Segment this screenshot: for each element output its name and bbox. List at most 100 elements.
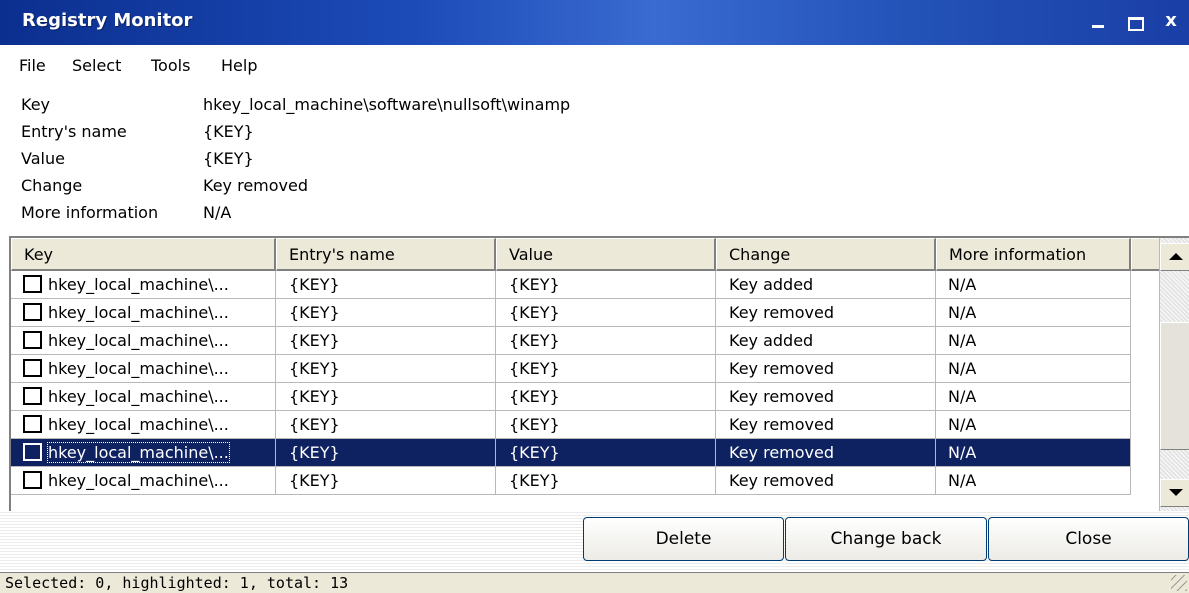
- cell-entry-name: {KEY}: [276, 327, 496, 355]
- scroll-up-icon[interactable]: [1160, 243, 1189, 271]
- cell-key: hkey_local_machine\...: [11, 439, 276, 467]
- table-row[interactable]: hkey_local_machine\... {KEY} {KEY} Key remo…: [11, 383, 1131, 411]
- menu-tools[interactable]: Tools: [151, 56, 190, 75]
- detail-entry-name: Entry's name {KEY}: [0, 122, 1000, 146]
- row-checkbox[interactable]: [23, 359, 42, 377]
- cell-entry-name: {KEY}: [276, 355, 496, 383]
- maximize-icon[interactable]: [1122, 8, 1148, 34]
- table-row[interactable]: hkey_local_machine\... {KEY} {KEY} Key adde…: [11, 327, 1131, 355]
- table-row[interactable]: hkey_local_machine\... {KEY} {KEY} Key adde…: [11, 271, 1131, 299]
- window-title: Registry Monitor: [22, 10, 193, 31]
- column-header-more-info[interactable]: More information: [936, 238, 1131, 271]
- detail-value: Key removed: [203, 176, 309, 195]
- row-checkbox[interactable]: [23, 387, 42, 405]
- menu-bar: File Select Tools Help: [0, 56, 1189, 82]
- cell-value: {KEY}: [496, 299, 716, 327]
- table-row[interactable]: hkey_local_machine\... {KEY} {KEY} Key remo…: [11, 467, 1131, 495]
- detail-value: {KEY}: [203, 149, 254, 168]
- column-header-entry-name[interactable]: Entry's name: [276, 238, 496, 271]
- close-button[interactable]: Close: [988, 517, 1189, 561]
- cell-change: Key removed: [716, 355, 936, 383]
- registry-list[interactable]: Key Entry's name Value Change More infor…: [9, 236, 1189, 511]
- detail-value: N/A: [203, 203, 232, 222]
- cell-more-info: N/A: [936, 439, 1131, 467]
- cell-entry-name: {KEY}: [276, 411, 496, 439]
- detail-more-info: More information N/A: [0, 203, 1000, 227]
- detail-label: More information: [21, 203, 159, 222]
- detail-label: Entry's name: [21, 122, 127, 141]
- detail-value: hkey_local_machine\software\nullsoft\win…: [203, 95, 571, 114]
- cell-entry-name: {KEY}: [276, 271, 496, 299]
- cell-more-info: N/A: [936, 355, 1131, 383]
- vertical-scrollbar[interactable]: [1159, 238, 1189, 511]
- scroll-down-icon[interactable]: [1160, 479, 1189, 507]
- row-checkbox[interactable]: [23, 275, 42, 293]
- column-header-filler: [1131, 238, 1161, 271]
- cell-value: {KEY}: [496, 355, 716, 383]
- status-text: Selected: 0, highlighted: 1, total: 13: [5, 574, 349, 592]
- cell-more-info: N/A: [936, 299, 1131, 327]
- cell-change: Key removed: [716, 383, 936, 411]
- row-checkbox[interactable]: [23, 303, 42, 321]
- cell-entry-name: {KEY}: [276, 439, 496, 467]
- cell-more-info: N/A: [936, 411, 1131, 439]
- column-header-value[interactable]: Value: [496, 238, 716, 271]
- key-text: hkey_local_machine\...: [48, 387, 229, 406]
- key-text: hkey_local_machine\...: [48, 303, 229, 322]
- minimize-icon[interactable]: [1086, 8, 1112, 34]
- column-header-change[interactable]: Change: [716, 238, 936, 271]
- cell-more-info: N/A: [936, 327, 1131, 355]
- cell-change: Key added: [716, 327, 936, 355]
- resize-grip-icon[interactable]: [1171, 575, 1187, 591]
- cell-key: hkey_local_machine\...: [11, 383, 276, 411]
- detail-key: Key hkey_local_machine\software\nullsoft…: [0, 95, 1000, 119]
- menu-select[interactable]: Select: [72, 56, 121, 75]
- status-bar: Selected: 0, highlighted: 1, total: 13: [0, 572, 1189, 593]
- detail-label: Change: [21, 176, 83, 195]
- cell-key: hkey_local_machine\...: [11, 299, 276, 327]
- cell-value: {KEY}: [496, 411, 716, 439]
- title-bar[interactable]: Registry Monitor x: [0, 0, 1189, 45]
- key-text: hkey_local_machine\...: [48, 275, 229, 294]
- detail-value-row: Value {KEY}: [0, 149, 1000, 173]
- table-row[interactable]: hkey_local_machine\... {KEY} {KEY} Key remo…: [11, 411, 1131, 439]
- key-text: hkey_local_machine\...: [48, 359, 229, 378]
- row-checkbox[interactable]: [23, 415, 42, 433]
- cell-value: {KEY}: [496, 439, 716, 467]
- cell-change: Key removed: [716, 299, 936, 327]
- cell-value: {KEY}: [496, 467, 716, 495]
- menu-file[interactable]: File: [19, 56, 46, 75]
- cell-key: hkey_local_machine\...: [11, 411, 276, 439]
- detail-label: Key: [21, 95, 51, 114]
- cell-more-info: N/A: [936, 271, 1131, 299]
- detail-label: Value: [21, 149, 65, 168]
- list-header: Key Entry's name Value Change More infor…: [11, 238, 1161, 271]
- cell-value: {KEY}: [496, 383, 716, 411]
- cell-entry-name: {KEY}: [276, 383, 496, 411]
- change-back-button[interactable]: Change back: [785, 517, 987, 561]
- cell-more-info: N/A: [936, 467, 1131, 495]
- table-row[interactable]: hkey_local_machine\... {KEY} {KEY} Key remo…: [11, 299, 1131, 327]
- key-text: hkey_local_machine\...: [47, 442, 230, 463]
- cell-more-info: N/A: [936, 383, 1131, 411]
- cell-key: hkey_local_machine\...: [11, 327, 276, 355]
- cell-value: {KEY}: [496, 327, 716, 355]
- menu-help[interactable]: Help: [221, 56, 257, 75]
- table-row[interactable]: hkey_local_machine\... {KEY} {KEY} Key remo…: [11, 439, 1131, 467]
- row-checkbox[interactable]: [23, 471, 42, 489]
- key-text: hkey_local_machine\...: [48, 415, 229, 434]
- row-checkbox[interactable]: [23, 443, 42, 461]
- scroll-thumb[interactable]: [1160, 322, 1189, 450]
- cell-entry-name: {KEY}: [276, 467, 496, 495]
- close-icon[interactable]: x: [1158, 8, 1184, 34]
- cell-change: Key removed: [716, 411, 936, 439]
- row-checkbox[interactable]: [23, 331, 42, 349]
- table-row[interactable]: hkey_local_machine\... {KEY} {KEY} Key remo…: [11, 355, 1131, 383]
- key-text: hkey_local_machine\...: [48, 471, 229, 490]
- cell-change: Key removed: [716, 467, 936, 495]
- column-header-key[interactable]: Key: [11, 238, 276, 271]
- delete-button[interactable]: Delete: [583, 517, 784, 561]
- cell-key: hkey_local_machine\...: [11, 355, 276, 383]
- cell-change: Key added: [716, 271, 936, 299]
- cell-value: {KEY}: [496, 271, 716, 299]
